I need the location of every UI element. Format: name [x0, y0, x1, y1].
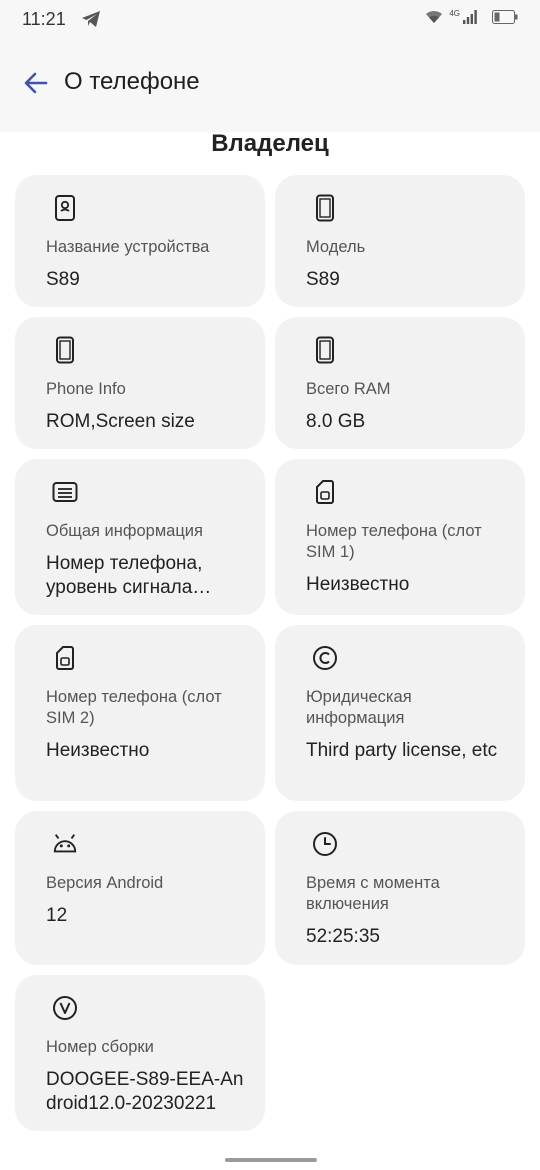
home-indicator[interactable]	[225, 1158, 317, 1162]
card-general-info[interactable]: Общая информация Номер телефона, уровень…	[15, 459, 265, 615]
card-build-number[interactable]: Номер сборки DOOGEE-S89-EEA-Android12.0-…	[15, 975, 265, 1131]
card-model[interactable]: Модель S89	[275, 175, 525, 307]
card-label: Phone Info	[46, 380, 126, 398]
telegram-icon	[80, 8, 102, 30]
info-list-icon	[52, 477, 78, 507]
copyright-icon	[312, 643, 338, 673]
card-value: S89	[46, 269, 80, 290]
network-type-label: 4G	[449, 8, 460, 18]
card-device-name[interactable]: Название устройства S89	[15, 175, 265, 307]
phone-icon	[312, 193, 338, 223]
app-bar: О телефоне	[0, 40, 540, 132]
signal-icon	[462, 9, 478, 30]
card-total-ram[interactable]: Всего RAM 8.0 GB	[275, 317, 525, 449]
card-label: Общая информация	[46, 522, 203, 540]
card-label: Номер сборки	[46, 1038, 154, 1056]
card-android-version[interactable]: Версия Android 12	[15, 811, 265, 965]
card-value: Third party license, etc	[306, 740, 498, 761]
card-value: 8.0 GB	[306, 411, 366, 432]
card-value: S89	[306, 269, 340, 290]
card-label: Номер телефона (слот SIM 2)	[46, 688, 222, 727]
phone-icon	[52, 335, 78, 365]
card-label: Юридическая информация	[306, 688, 412, 727]
status-time: 11:21	[22, 9, 66, 29]
card-value: ROM,Screen size	[46, 411, 195, 432]
card-value: DOOGEE-S89-EEA-Android12.0-20230221	[46, 1069, 244, 1114]
back-button[interactable]	[20, 67, 52, 99]
status-bar: 11:21 4G	[0, 0, 540, 40]
wifi-icon	[425, 9, 443, 30]
sim-icon	[312, 477, 338, 507]
device-name-icon	[52, 193, 78, 223]
arrow-back-icon	[24, 72, 48, 94]
card-legal-info[interactable]: Юридическая информация Third party licen…	[275, 625, 525, 801]
card-value: Номер телефона, уровень сигнала…	[46, 553, 212, 598]
card-label: Название устройства	[46, 238, 210, 256]
card-label: Всего RAM	[306, 380, 391, 398]
status-icons: 4G	[425, 8, 518, 30]
card-sim2-number[interactable]: Номер телефона (слот SIM 2) Неизвестно	[15, 625, 265, 801]
battery-icon	[492, 9, 518, 29]
card-value: Неизвестно	[46, 740, 150, 761]
card-label: Номер телефона (слот SIM 1)	[306, 522, 482, 561]
owner-heading[interactable]: Владелец	[0, 128, 540, 160]
card-label: Версия Android	[46, 874, 164, 892]
card-value: 52:25:35	[306, 926, 380, 947]
card-phone-info[interactable]: Phone Info ROM,Screen size	[15, 317, 265, 449]
card-sim1-number[interactable]: Номер телефона (слот SIM 1) Неизвестно	[275, 459, 525, 615]
card-label: Время с момента включения	[306, 874, 440, 913]
card-label: Модель	[306, 238, 366, 256]
phone-icon	[312, 335, 338, 365]
card-uptime[interactable]: Время с момента включения 52:25:35	[275, 811, 525, 965]
sim-icon	[52, 643, 78, 673]
android-icon	[52, 829, 78, 859]
version-icon	[52, 993, 78, 1023]
card-value: 12	[46, 905, 68, 926]
clock-icon	[312, 829, 338, 859]
card-value: Неизвестно	[306, 574, 410, 595]
page-title: О телефоне	[64, 68, 200, 95]
